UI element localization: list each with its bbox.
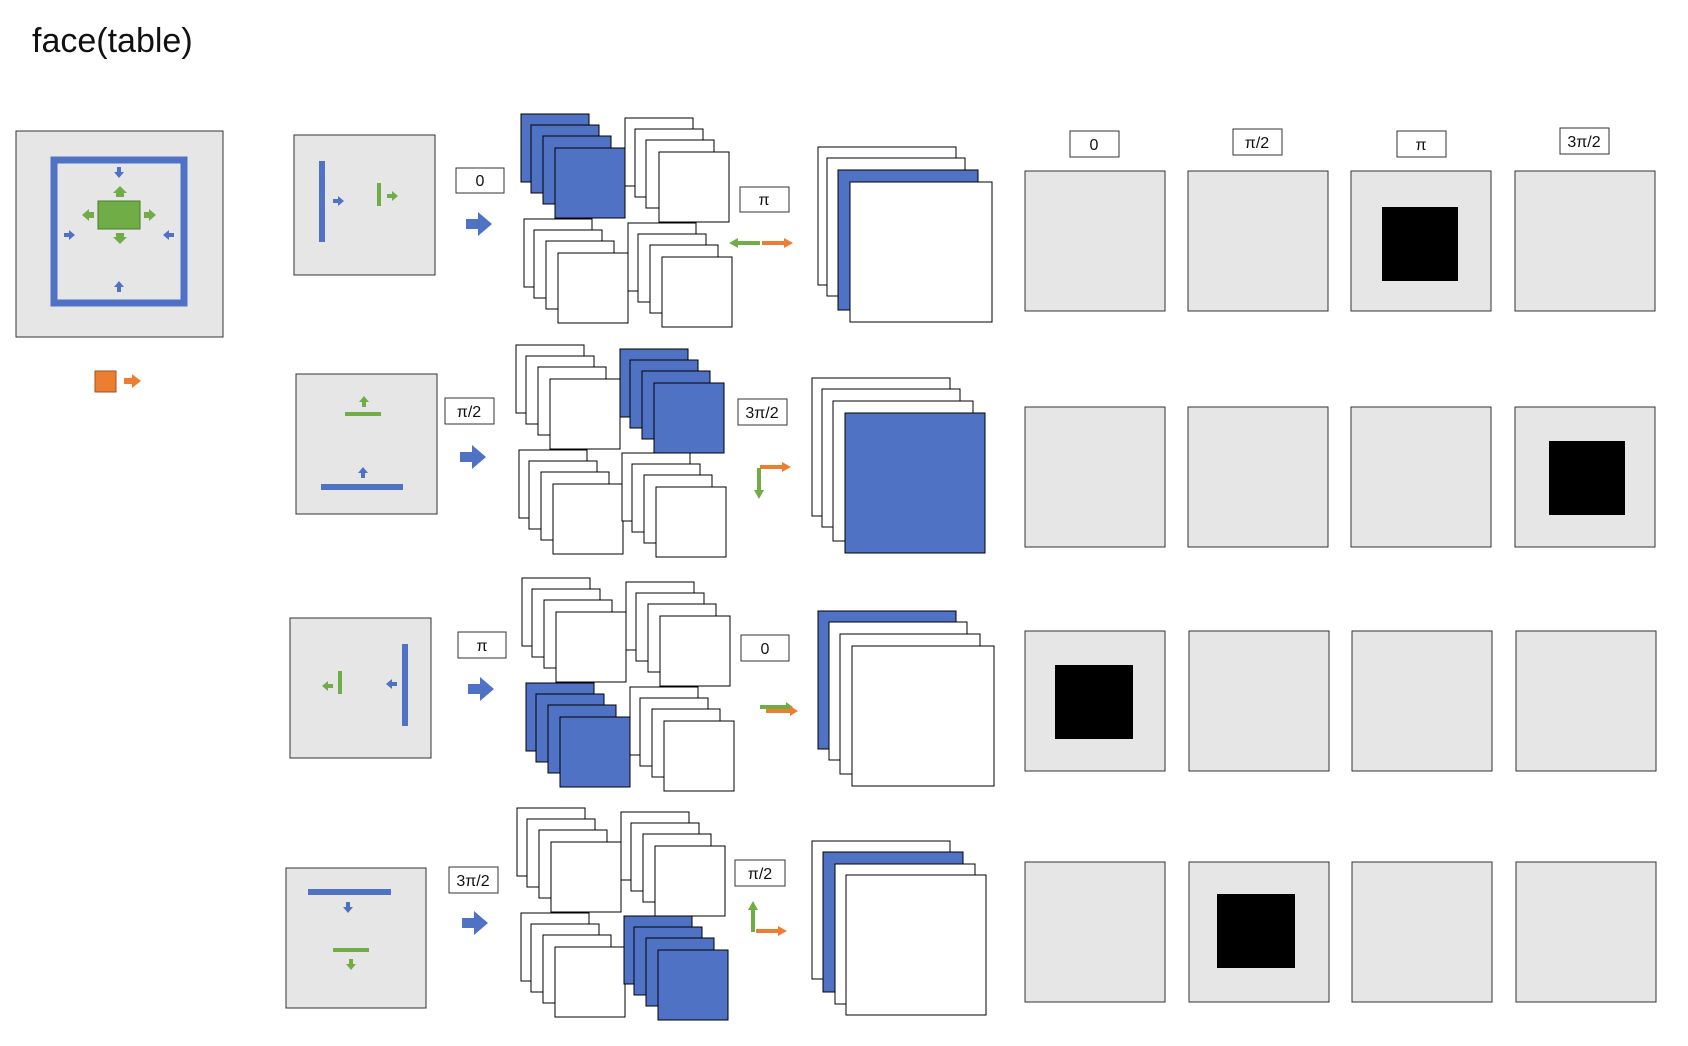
row-1-flow-arrow-icon — [466, 212, 492, 236]
row-2-cells — [1024, 406, 1656, 548]
orange-arrow-right-icon — [124, 374, 141, 388]
row-1-cell-3 — [1514, 170, 1656, 312]
row-2-active-marker — [1549, 441, 1625, 515]
row-1-output-stack — [817, 146, 993, 323]
column-header-2: π — [1415, 137, 1426, 154]
row-2-stack-bottom-right — [621, 452, 727, 558]
row-3-stack-bottom-left — [525, 682, 631, 788]
row-3: π 0 — [289, 577, 1657, 792]
row-3-source-panel — [289, 617, 432, 759]
row-2-cell-1 — [1187, 406, 1329, 548]
row-3-cells — [1024, 630, 1657, 772]
row-3-cell-1 — [1188, 630, 1330, 772]
row-1-angle-label: 0 — [476, 173, 485, 190]
row-1-blue-bar — [319, 161, 325, 242]
column-header-0: 0 — [1090, 137, 1099, 154]
row-4-cell-0 — [1024, 861, 1166, 1003]
row-2-blue-bar — [321, 484, 403, 490]
row-4-cell-2 — [1351, 861, 1493, 1003]
row-4-angle-label: 3π/2 — [456, 873, 489, 890]
row-2-output-stack — [811, 377, 986, 554]
row-4-stack-top-left — [516, 807, 622, 913]
row-3-active-marker — [1055, 665, 1133, 739]
row-1-source-panel — [293, 134, 436, 276]
column-header-3: 3π/2 — [1567, 134, 1600, 151]
row-3-stack-bottom-right — [629, 686, 735, 792]
row-4: 3π/2 π/2 — [285, 807, 1657, 1021]
row-2-stack-top-left — [515, 344, 621, 450]
row-1-cell-1 — [1187, 170, 1329, 312]
face-table-diagram: 0 π 0 π/2 π 3π/2 π/2 3π/2 π 0 3π/2 π/2 — [15, 113, 1657, 1021]
row-3-cell-3 — [1515, 630, 1657, 772]
row-1: 0 π — [293, 113, 1656, 328]
overview-panel — [15, 130, 224, 338]
row-2-angle-label: π/2 — [457, 404, 481, 421]
row-1-green-arrow-left-icon — [729, 238, 760, 248]
row-4-output-stack — [811, 840, 987, 1016]
row-1-orange-arrow-right-icon — [762, 238, 793, 248]
row-3-stack-top-right — [625, 581, 731, 687]
row-2-stack-top-right — [619, 348, 725, 454]
legend-orange-square — [94, 370, 117, 393]
row-3-stack-top-left — [521, 577, 627, 683]
row-4-blue-bar — [308, 889, 391, 895]
row-1-result-label: π — [758, 192, 769, 209]
row-2-cell-0 — [1024, 406, 1166, 548]
row-1-stack-top-right — [624, 117, 730, 223]
row-4-orange-arrow-right-icon — [756, 926, 787, 936]
row-3-flow-arrow-icon — [468, 677, 494, 701]
row-1-active-marker — [1382, 207, 1458, 281]
row-3-blue-bar — [402, 644, 408, 726]
row-1-stack-bottom-left — [523, 218, 629, 324]
row-3-cell-2 — [1351, 630, 1493, 772]
row-4-active-marker — [1217, 894, 1295, 968]
row-1-stack-top-left — [520, 113, 626, 219]
row-2-green-bar — [345, 412, 381, 416]
row-2-flow-arrow-icon — [460, 445, 486, 469]
row-3-output-stack — [817, 610, 995, 787]
row-1-cells — [1024, 170, 1656, 312]
row-4-flow-arrow-icon — [462, 911, 488, 935]
row-4-stack-bottom-right — [623, 915, 729, 1021]
overview-green-block — [97, 200, 141, 230]
column-headers: 0 π/2 π 3π/2 — [1069, 127, 1610, 158]
row-4-green-bar — [333, 948, 369, 952]
row-4-stack-top-right — [620, 811, 726, 917]
row-2-orange-arrow-right-icon — [760, 462, 791, 472]
row-2-source-panel — [295, 373, 438, 515]
row-2-green-arrow-down-icon — [754, 468, 764, 499]
row-4-stack-bottom-left — [520, 912, 626, 1018]
row-4-cell-3 — [1515, 861, 1657, 1003]
row-2-stack-bottom-left — [518, 449, 624, 555]
row-4-result-label: π/2 — [748, 866, 772, 883]
column-header-1: π/2 — [1245, 135, 1269, 152]
row-2: π/2 3π/2 — [295, 344, 1656, 558]
row-3-green-bar — [338, 671, 342, 694]
row-2-result-label: 3π/2 — [745, 405, 778, 422]
row-1-green-bar — [377, 183, 381, 206]
row-1-stack-bottom-right — [627, 222, 733, 328]
row-3-result-label: 0 — [761, 641, 770, 658]
row-4-green-arrow-up-icon — [748, 901, 758, 932]
legend — [94, 370, 141, 393]
row-4-cells — [1024, 861, 1657, 1003]
row-1-cell-0 — [1024, 170, 1166, 312]
row-2-cell-2 — [1350, 406, 1492, 548]
row-3-angle-label: π — [476, 638, 487, 655]
